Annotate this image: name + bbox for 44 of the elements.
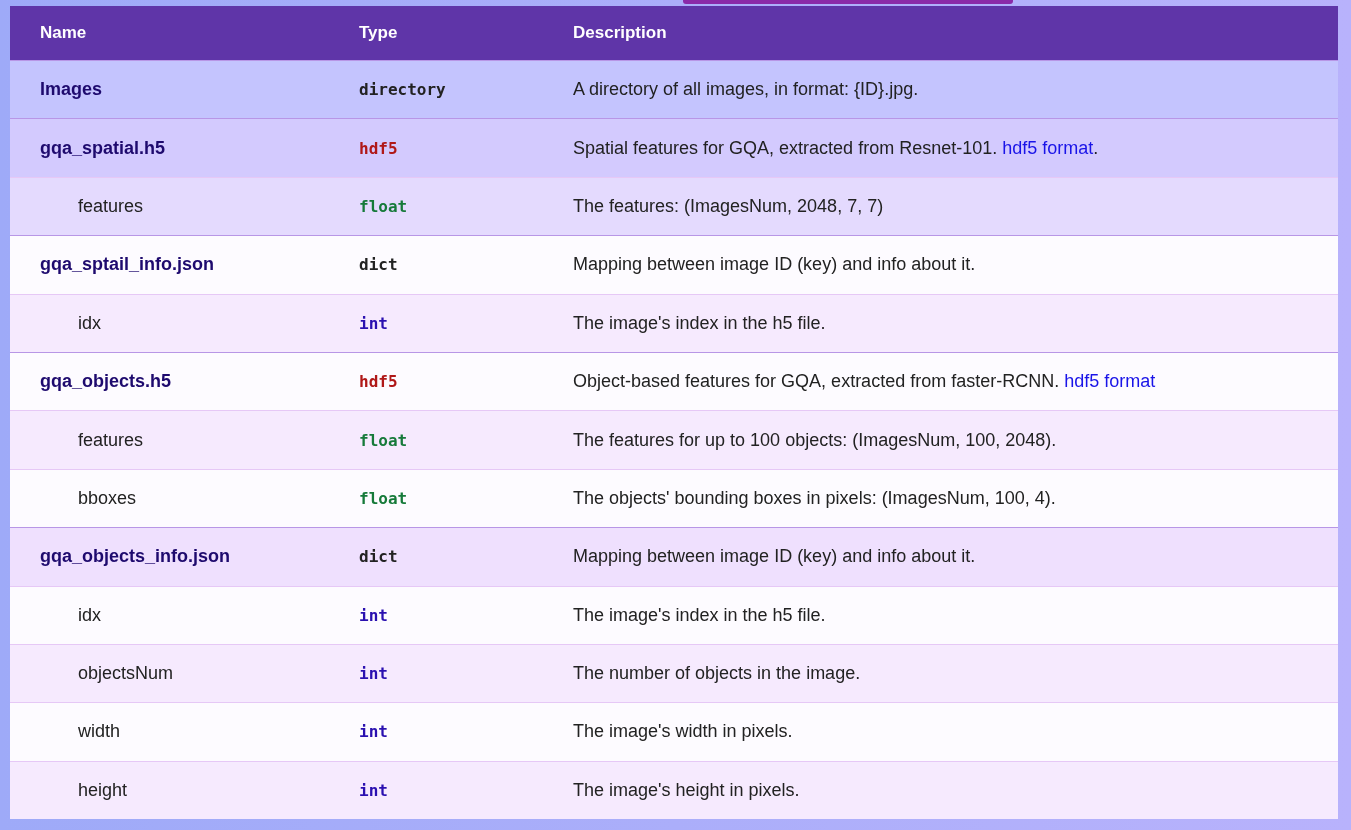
column-header: Name — [39, 23, 88, 43]
type-cell-text: float — [359, 488, 409, 508]
name-cell-text: width — [77, 721, 122, 743]
description-cell-text: The image's index in the h5 file. — [573, 604, 827, 626]
name-cell-text: features — [77, 429, 145, 451]
description-cell-text: The image's index in the h5 file. — [573, 312, 827, 334]
name-cell-text: idx — [77, 312, 102, 334]
description-cell-text: A directory of all images, in format: {ID}.jpg. — [573, 79, 920, 101]
description-cell-text: The image's width in pixels. — [573, 721, 794, 743]
type-cell-text: int — [359, 722, 389, 742]
type-cell-text: directory — [359, 80, 447, 100]
type-cell-text: dict — [359, 255, 399, 275]
description-cell-text: Spatial features for GQA, extracted from Resnet-101. hdf5 format. — [573, 137, 1100, 159]
description-cell-text: The features for up to 100 objects: (ImagesNum, 100, 2048). — [573, 429, 1058, 451]
name-cell-text: bboxes — [77, 487, 138, 509]
name-cell-text: height — [77, 779, 129, 801]
name-cell-text: features — [77, 195, 145, 217]
description-cell-text: The number of objects in the image. — [573, 663, 862, 685]
description-cell-text: Object-based features for GQA, extracted from faster-RCNN. hdf5 format — [573, 371, 1157, 393]
name-cell-text: Images — [39, 79, 104, 101]
description-cell-text: Mapping between image ID (key) and info about it. — [573, 254, 977, 276]
type-cell-text: dict — [359, 547, 399, 567]
name-cell-text: gqa_spatial.h5 — [39, 137, 167, 159]
name-cell-text: gqa_objects_info.json — [39, 546, 232, 568]
name-cell-text: idx — [77, 604, 102, 626]
name-cell-text: gqa_sptail_info.json — [39, 254, 216, 276]
description-cell-text: The features: (ImagesNum, 2048, 7, 7) — [573, 195, 885, 217]
column-header: Type — [359, 23, 399, 43]
type-cell-text: int — [359, 605, 389, 625]
type-cell-text: hdf5 — [359, 372, 399, 392]
name-cell-text: objectsNum — [77, 663, 175, 685]
column-header: Description — [573, 23, 668, 43]
format-link[interactable]: hdf5 format — [1002, 137, 1094, 158]
type-cell-text: int — [359, 664, 389, 684]
type-cell-text: float — [359, 430, 409, 450]
description-cell-text: Mapping between image ID (key) and info about it. — [573, 546, 977, 568]
description-cell-text: The image's height in pixels. — [573, 779, 801, 801]
type-cell-text: hdf5 — [359, 138, 399, 158]
type-cell-text: float — [359, 196, 409, 216]
type-cell-text: int — [359, 780, 389, 800]
description-cell-text: The objects' bounding boxes in pixels: (ImagesNum, 100, 4). — [573, 487, 1057, 509]
name-cell-text: gqa_objects.h5 — [39, 371, 173, 393]
type-cell-text: int — [359, 313, 389, 333]
format-link[interactable]: hdf5 format — [1064, 371, 1156, 392]
